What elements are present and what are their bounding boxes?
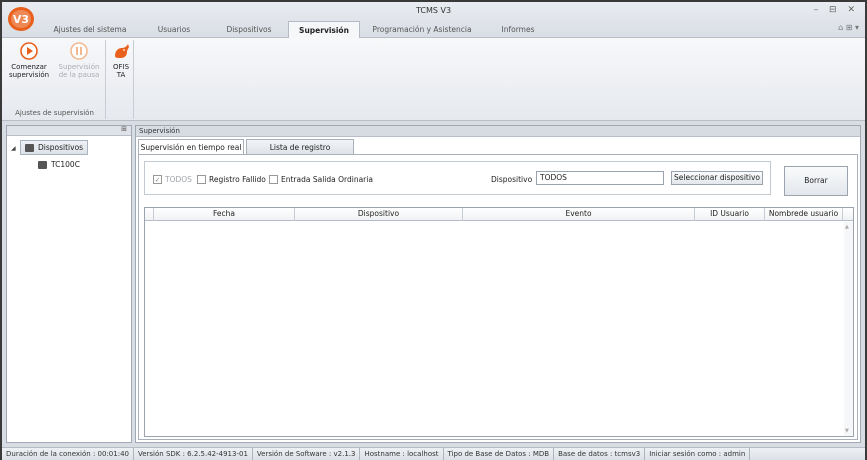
realtime-content: ✓ TODOS Registro Fallido Entrada Salida … <box>138 154 858 440</box>
tree-item-label: TC100C <box>51 160 80 169</box>
ofista-mascot-icon <box>115 44 129 58</box>
tab-usuarios[interactable]: Usuarios <box>138 21 210 38</box>
tree-item-dispositivos[interactable]: Dispositivos <box>20 140 89 155</box>
clear-button[interactable]: Borrar <box>784 166 848 196</box>
help-icons[interactable]: ⌂ ⊞ ▾ <box>838 23 859 32</box>
tab-programacion-asistencia[interactable]: Programación y Asistencia <box>360 21 484 38</box>
ribbon-group-ofista: OFIS TA <box>108 40 134 119</box>
start-supervision-label: Comenzar supervisión <box>8 63 50 79</box>
tree-item-tc100c[interactable]: TC100C <box>38 160 80 169</box>
window-controls[interactable]: – ⊟ ✕ <box>814 5 859 15</box>
status-sdk-version: Versión SDK : 6.2.5.42-4913-01 <box>134 448 253 460</box>
ribbon-group-label: Ajustes de supervisión <box>15 109 94 117</box>
pause-icon <box>70 42 88 60</box>
checkbox-box <box>269 175 278 184</box>
registro-fallido-label: Registro Fallido <box>209 175 266 184</box>
dispositivo-label: Dispositivo <box>491 175 533 184</box>
tree-panel-header: ⊞ <box>7 125 131 136</box>
select-device-button[interactable]: Seleccionar dispositivo <box>671 171 763 185</box>
grid-row-header <box>145 208 154 221</box>
app-window: V3 TCMS V3 – ⊟ ✕ ⌂ ⊞ ▾ Ajustes del siste… <box>0 0 867 460</box>
filter-box: ✓ TODOS Registro Fallido Entrada Salida … <box>144 161 771 195</box>
pause-supervision-label: Supervisión de la pausa <box>58 63 100 79</box>
status-db-name: Base de datos : tcmsv3 <box>554 448 646 460</box>
ofista-button[interactable]: OFIS TA <box>110 42 132 79</box>
todos-checkbox[interactable]: ✓ TODOS <box>153 175 192 184</box>
collapse-arrow-icon[interactable]: ◢ <box>11 145 16 152</box>
main-tabs: Ajustes del sistema Usuarios Dispositivo… <box>42 21 552 38</box>
status-connection-time: Duración de la conexión : 00:01:40 <box>2 448 134 460</box>
supervision-panel: Supervisión Supervisión en tiempo real L… <box>135 125 861 443</box>
todos-label: TODOS <box>165 175 192 184</box>
start-supervision-button[interactable]: Comenzar supervisión <box>6 42 52 79</box>
scroll-down-icon[interactable]: ▼ <box>845 428 849 434</box>
checkbox-box <box>197 175 206 184</box>
checkmark-icon: ✓ <box>153 175 162 184</box>
grid-header: Fecha Dispositivo Evento ID Usuario Nomb… <box>145 208 853 221</box>
pin-icon[interactable]: ⊞ <box>121 125 127 133</box>
event-grid: Fecha Dispositivo Evento ID Usuario Nomb… <box>144 207 854 437</box>
play-icon <box>20 42 38 60</box>
status-logged-user: Iniciar sesión como : admin <box>645 448 751 460</box>
status-hostname: Hostname : localhost <box>360 448 444 460</box>
subtab-realtime[interactable]: Supervisión en tiempo real <box>138 139 244 155</box>
ofista-label: OFIS TA <box>112 63 130 79</box>
grid-vertical-scrollbar[interactable]: ▲ ▼ <box>844 222 853 436</box>
status-bar: Duración de la conexión : 00:01:40 Versi… <box>2 447 865 460</box>
scroll-up-icon[interactable]: ▲ <box>845 224 849 230</box>
column-fecha[interactable]: Fecha <box>154 208 295 221</box>
dispositivo-field[interactable]: TODOS <box>536 171 664 185</box>
status-software-version: Versión de Software : v2.1.3 <box>253 448 361 460</box>
device-icon <box>38 160 47 169</box>
tab-supervision[interactable]: Supervisión <box>288 21 360 38</box>
entrada-salida-checkbox[interactable]: Entrada Salida Ordinaria <box>269 175 373 184</box>
tab-informes[interactable]: Informes <box>484 21 552 38</box>
column-nombre-usuario[interactable]: Nombrede usuario <box>765 208 843 221</box>
ribbon: Comenzar supervisión Supervisión de la p… <box>2 38 865 121</box>
column-id-usuario[interactable]: ID Usuario <box>695 208 765 221</box>
device-tree-panel: ⊞ ◢ Dispositivos TC100C <box>6 125 132 443</box>
status-db-type: Tipo de Base de Datos : MDB <box>444 448 555 460</box>
title-bar: V3 TCMS V3 – ⊟ ✕ ⌂ ⊞ ▾ Ajustes del siste… <box>2 2 865 38</box>
tab-dispositivos[interactable]: Dispositivos <box>210 21 288 38</box>
ribbon-group-supervision: Comenzar supervisión Supervisión de la p… <box>4 40 106 119</box>
entrada-salida-label: Entrada Salida Ordinaria <box>281 175 373 184</box>
pause-supervision-button[interactable]: Supervisión de la pausa <box>54 42 104 79</box>
tree-item-label: Dispositivos <box>38 143 84 152</box>
tab-ajustes-sistema[interactable]: Ajustes del sistema <box>42 21 138 38</box>
panel-title: Supervisión <box>136 126 860 137</box>
column-dispositivo[interactable]: Dispositivo <box>295 208 463 221</box>
device-icon <box>25 143 34 152</box>
registro-fallido-checkbox[interactable]: Registro Fallido <box>197 175 266 184</box>
window-title: TCMS V3 <box>415 6 452 15</box>
subtab-registro-list[interactable]: Lista de registro <box>246 139 354 155</box>
column-evento[interactable]: Evento <box>463 208 695 221</box>
